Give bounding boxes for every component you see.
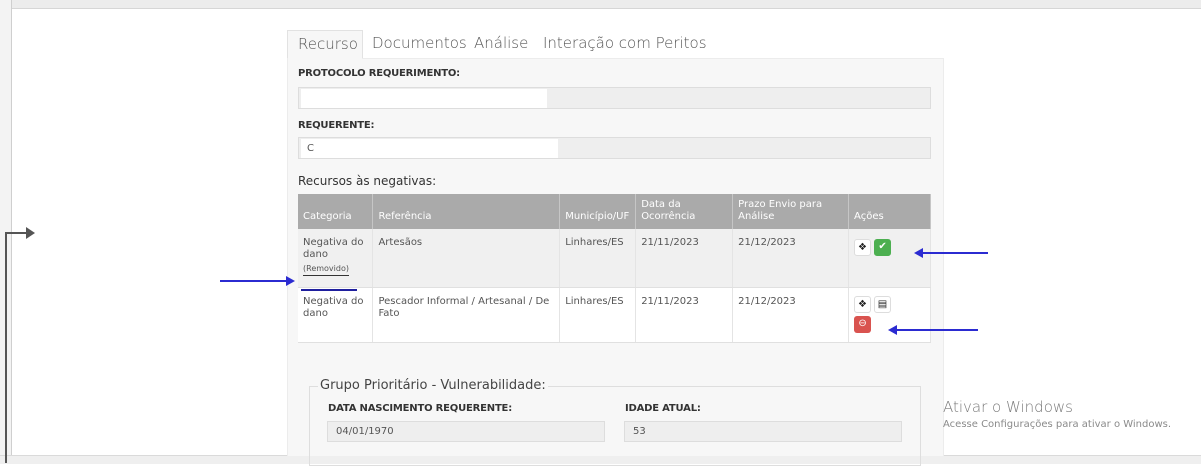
recursos-title: Recursos às negativas: [298,174,437,188]
redacted-area [301,89,547,108]
annotation-arrowhead [914,248,923,258]
windows-activation-subtitle: Acesse Configurações para ativar o Windo… [943,419,1172,430]
cell-categoria: Negativa do dano [298,287,374,343]
cell-prazo: 21/12/2023 [732,229,850,288]
header-data: Data da Ocorrência [635,194,734,229]
table-row: Negativa do dano Pescador Informal / Art… [298,287,931,343]
table-header-row: Categoria Referência Município/UF Data d… [298,194,931,229]
header-referencia: Referência [372,194,561,229]
nascimento-label: DATA NASCIMENTO REQUERENTE: [328,403,512,414]
tab-recurso[interactable]: Recurso [287,30,363,59]
info-icon: ❖ [858,299,868,310]
requerente-value: C [301,139,558,158]
info-button[interactable]: ❖ [854,296,872,313]
info-icon: ❖ [858,242,868,253]
window-top-edge [0,0,1201,9]
connector-arrowhead [26,227,35,239]
minus-circle-icon: ⊖ [858,318,867,329]
cell-referencia: Artesãos [372,229,561,288]
remove-button[interactable]: ⊖ [854,316,872,333]
cell-referencia: Pescador Informal / Artesanal / De Fato [372,287,561,343]
open-folder-button[interactable]: ▤ [874,296,892,313]
folder-open-icon: ▤ [877,299,888,310]
nascimento-field[interactable]: 04/01/1970 [327,421,605,442]
table-row: Negativa do dano (Removido) Artesãos Lin… [298,229,931,288]
tab-interacao-peritos[interactable]: Interação com Peritos [543,30,707,59]
windows-activation-title: Ativar o Windows [943,398,1073,416]
recursos-table: Categoria Referência Município/UF Data d… [298,194,931,343]
tab-analise[interactable]: Análise [474,30,528,59]
grupo-prioritario-legend: Grupo Prioritário - Vulnerabilidade: [318,378,548,393]
idade-field[interactable]: 53 [624,421,902,442]
cell-categoria: Negativa do dano (Removido) [298,229,374,288]
cell-municipio: Linhares/ES [559,229,637,288]
cell-data: 21/11/2023 [635,287,734,343]
header-municipio: Município/UF [559,194,637,229]
check-icon: ✔ [878,241,887,252]
tab-documentos[interactable]: Documentos [372,30,467,59]
annotation-arrow-accept [922,252,988,254]
cell-data: 21/11/2023 [635,229,734,288]
protocolo-label: PROTOCOLO REQUERIMENTO: [298,68,460,79]
header-prazo: Prazo Envio para Análise [732,194,850,229]
connector-line [5,232,7,463]
removed-tag: (Removido) [303,263,349,276]
header-acoes: Ações [848,194,931,229]
idade-label: IDADE ATUAL: [625,403,701,414]
accept-button[interactable]: ✔ [874,239,892,256]
categoria-text: Negativa do dano [303,237,364,260]
cell-prazo: 21/12/2023 [732,287,850,343]
removed-underline-annotation [301,289,357,291]
annotation-arrowhead [286,276,295,286]
requerente-label: REQUERENTE: [298,120,375,131]
annotation-arrow-remove [896,329,978,331]
header-categoria: Categoria [298,194,374,229]
info-button[interactable]: ❖ [854,239,872,256]
annotation-arrowhead [888,325,897,335]
cell-municipio: Linhares/ES [559,287,637,343]
cell-acoes: ❖ ✔ [848,229,931,288]
annotation-arrow-removed [220,280,290,282]
